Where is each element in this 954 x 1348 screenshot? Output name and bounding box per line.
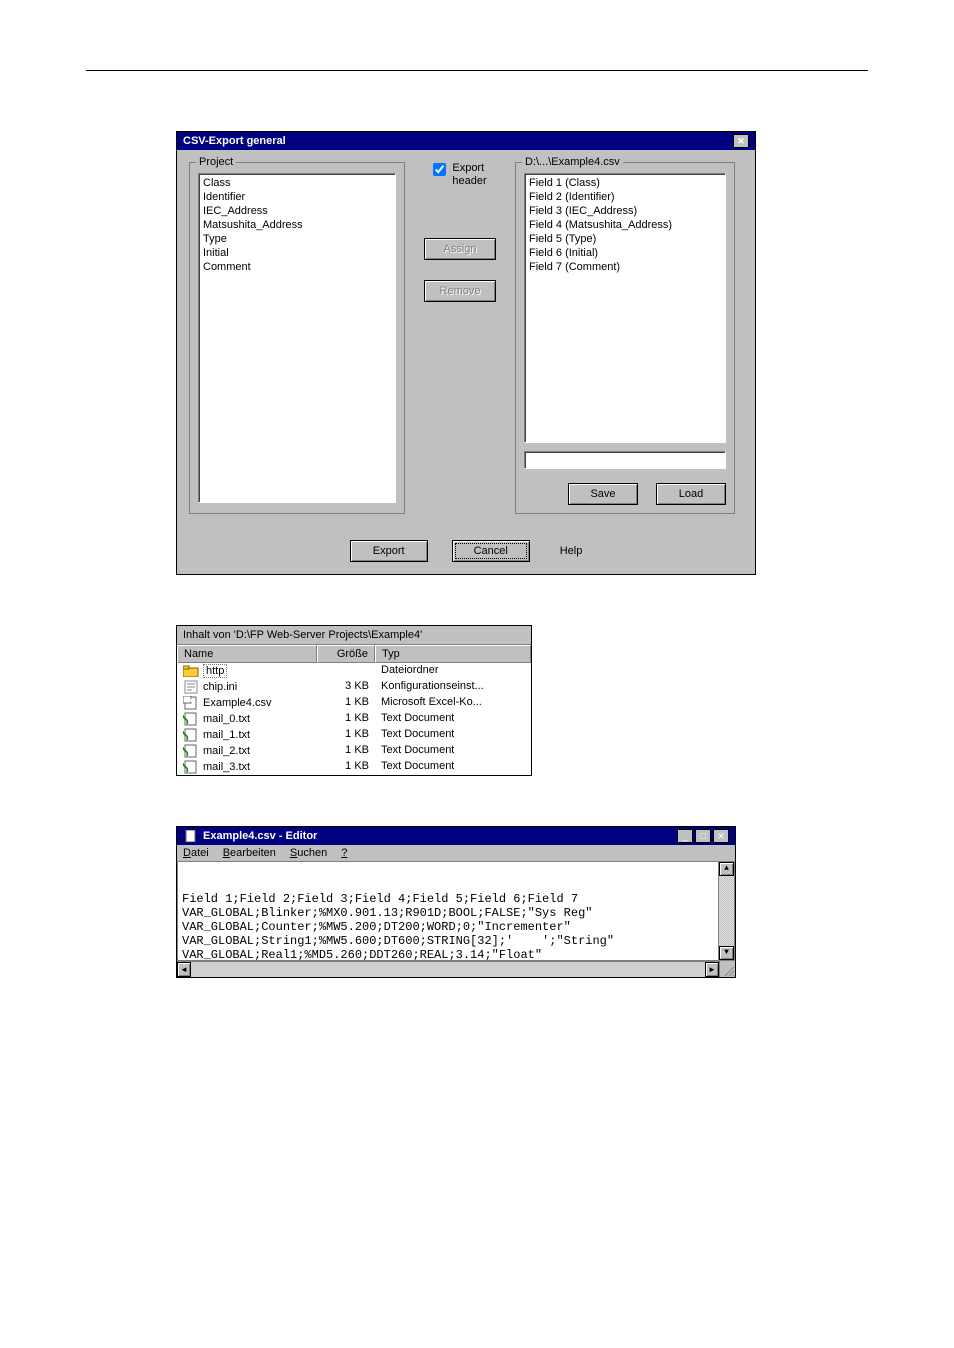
file-size: 1 KB xyxy=(317,728,375,742)
file-row[interactable]: mail_3.txt 1 KBText Document xyxy=(177,759,531,775)
assign-button[interactable]: Assign xyxy=(424,238,496,260)
file-name: mail_3.txt xyxy=(203,761,250,773)
col-name[interactable]: Name xyxy=(177,645,317,663)
file-row[interactable]: mail_2.txt 1 KBText Document xyxy=(177,743,531,759)
file-type: Text Document xyxy=(375,712,531,726)
file-type: Microsoft Excel-Ko... xyxy=(375,696,531,710)
file-type: Text Document xyxy=(375,728,531,742)
file-row[interactable]: http Dateiordner xyxy=(177,663,531,679)
folder-icon xyxy=(183,664,199,678)
document-icon xyxy=(183,829,199,843)
export-header-input[interactable] xyxy=(433,163,446,176)
scrollbar-vertical[interactable]: ▲ ▼ xyxy=(718,862,734,960)
file-name: http xyxy=(203,664,227,678)
menu-suchen[interactable]: Suchen xyxy=(290,847,327,859)
txt-icon xyxy=(183,728,199,742)
file-size: 1 KB xyxy=(317,744,375,758)
file-size: 3 KB xyxy=(317,680,375,694)
file-name: Example4.csv xyxy=(203,697,271,709)
txt-icon xyxy=(183,744,199,758)
scroll-up-icon[interactable]: ▲ xyxy=(719,862,734,876)
col-type[interactable]: Typ xyxy=(375,645,531,663)
txt-icon xyxy=(183,712,199,726)
file-type: Konfigurationseinst... xyxy=(375,680,531,694)
file-size: 1 KB xyxy=(317,760,375,774)
save-button[interactable]: Save xyxy=(568,483,638,505)
export-header-checkbox[interactable]: Export header xyxy=(433,162,486,188)
file-type: Text Document xyxy=(375,744,531,758)
export-button[interactable]: Export xyxy=(350,540,428,562)
file-row[interactable]: mail_1.txt 1 KBText Document xyxy=(177,727,531,743)
cancel-button[interactable]: Cancel xyxy=(452,540,530,562)
export-header-label: Export header xyxy=(452,162,486,188)
file-name: chip.ini xyxy=(203,681,237,693)
explorer-header: Inhalt von 'D:\FP Web-Server Projects\Ex… xyxy=(177,626,531,645)
menu-help[interactable]: ? xyxy=(341,847,347,859)
editor-content: Field 1;Field 2;Field 3;Field 4;Field 5;… xyxy=(182,892,730,962)
file-name: mail_0.txt xyxy=(203,713,250,725)
destination-group: D:\...\Example4.csv Field 1 (Class) Fiel… xyxy=(515,162,735,514)
project-listbox[interactable]: Class Identifier IEC_Address Matsushita_… xyxy=(198,173,396,503)
close-icon[interactable]: ✕ xyxy=(733,134,749,148)
minimize-icon[interactable]: _ xyxy=(677,829,693,843)
menu-datei[interactable]: Datei xyxy=(183,847,209,859)
destination-selection[interactable] xyxy=(524,451,726,469)
file-name: mail_2.txt xyxy=(203,745,250,757)
menu-bearbeiten[interactable]: Bearbeiten xyxy=(223,847,276,859)
file-size: 1 KB xyxy=(317,712,375,726)
explorer-panel: Inhalt von 'D:\FP Web-Server Projects\Ex… xyxy=(176,625,532,776)
explorer-columns: Name Größe Typ xyxy=(177,645,531,663)
destination-listbox[interactable]: Field 1 (Class) Field 2 (Identifier) Fie… xyxy=(524,173,726,443)
help-button[interactable]: Help xyxy=(560,545,583,557)
dialog-title: CSV-Export general xyxy=(183,135,286,147)
destination-legend: D:\...\Example4.csv xyxy=(522,156,623,168)
remove-button[interactable]: Remove xyxy=(424,280,496,302)
csv-icon: x,a xyxy=(183,696,199,710)
explorer-rows: http Dateiordner chip.ini 3 KBKonfiguration… xyxy=(177,663,531,775)
file-type: Dateiordner xyxy=(375,664,531,678)
file-name: mail_1.txt xyxy=(203,729,250,741)
file-type: Text Document xyxy=(375,760,531,774)
project-group: Project Class Identifier IEC_Address Mat… xyxy=(189,162,405,514)
file-row[interactable]: mail_0.txt 1 KBText Document xyxy=(177,711,531,727)
scroll-down-icon[interactable]: ▼ xyxy=(719,946,734,960)
middle-controls: Export header Assign Remove xyxy=(415,162,505,514)
csv-export-dialog: CSV-Export general ✕ Project Class Ident… xyxy=(176,131,756,575)
editor-title: Example4.csv - Editor xyxy=(203,830,317,842)
editor-textarea[interactable]: Field 1;Field 2;Field 3;Field 4;Field 5;… xyxy=(177,861,735,961)
dialog-titlebar: CSV-Export general ✕ xyxy=(177,132,755,150)
editor-window: Example4.csv - Editor _ □ ✕ Datei Bearbe… xyxy=(176,826,736,978)
svg-text:x,a: x,a xyxy=(184,698,193,704)
maximize-icon[interactable]: □ xyxy=(695,829,711,843)
close-icon[interactable]: ✕ xyxy=(713,829,729,843)
load-button[interactable]: Load xyxy=(656,483,726,505)
col-size[interactable]: Größe xyxy=(317,645,375,663)
project-legend: Project xyxy=(196,156,236,168)
file-size: 1 KB xyxy=(317,696,375,710)
txt-icon xyxy=(183,760,199,774)
ini-icon xyxy=(183,680,199,694)
file-row[interactable]: x,a Example4.csv 1 KBMicrosoft Excel-Ko... xyxy=(177,695,531,711)
file-size xyxy=(317,664,375,678)
file-row[interactable]: chip.ini 3 KBKonfigurationseinst... xyxy=(177,679,531,695)
editor-menubar: Datei Bearbeiten Suchen ? xyxy=(177,845,735,861)
top-rule xyxy=(86,70,868,71)
editor-titlebar: Example4.csv - Editor _ □ ✕ xyxy=(177,827,735,845)
